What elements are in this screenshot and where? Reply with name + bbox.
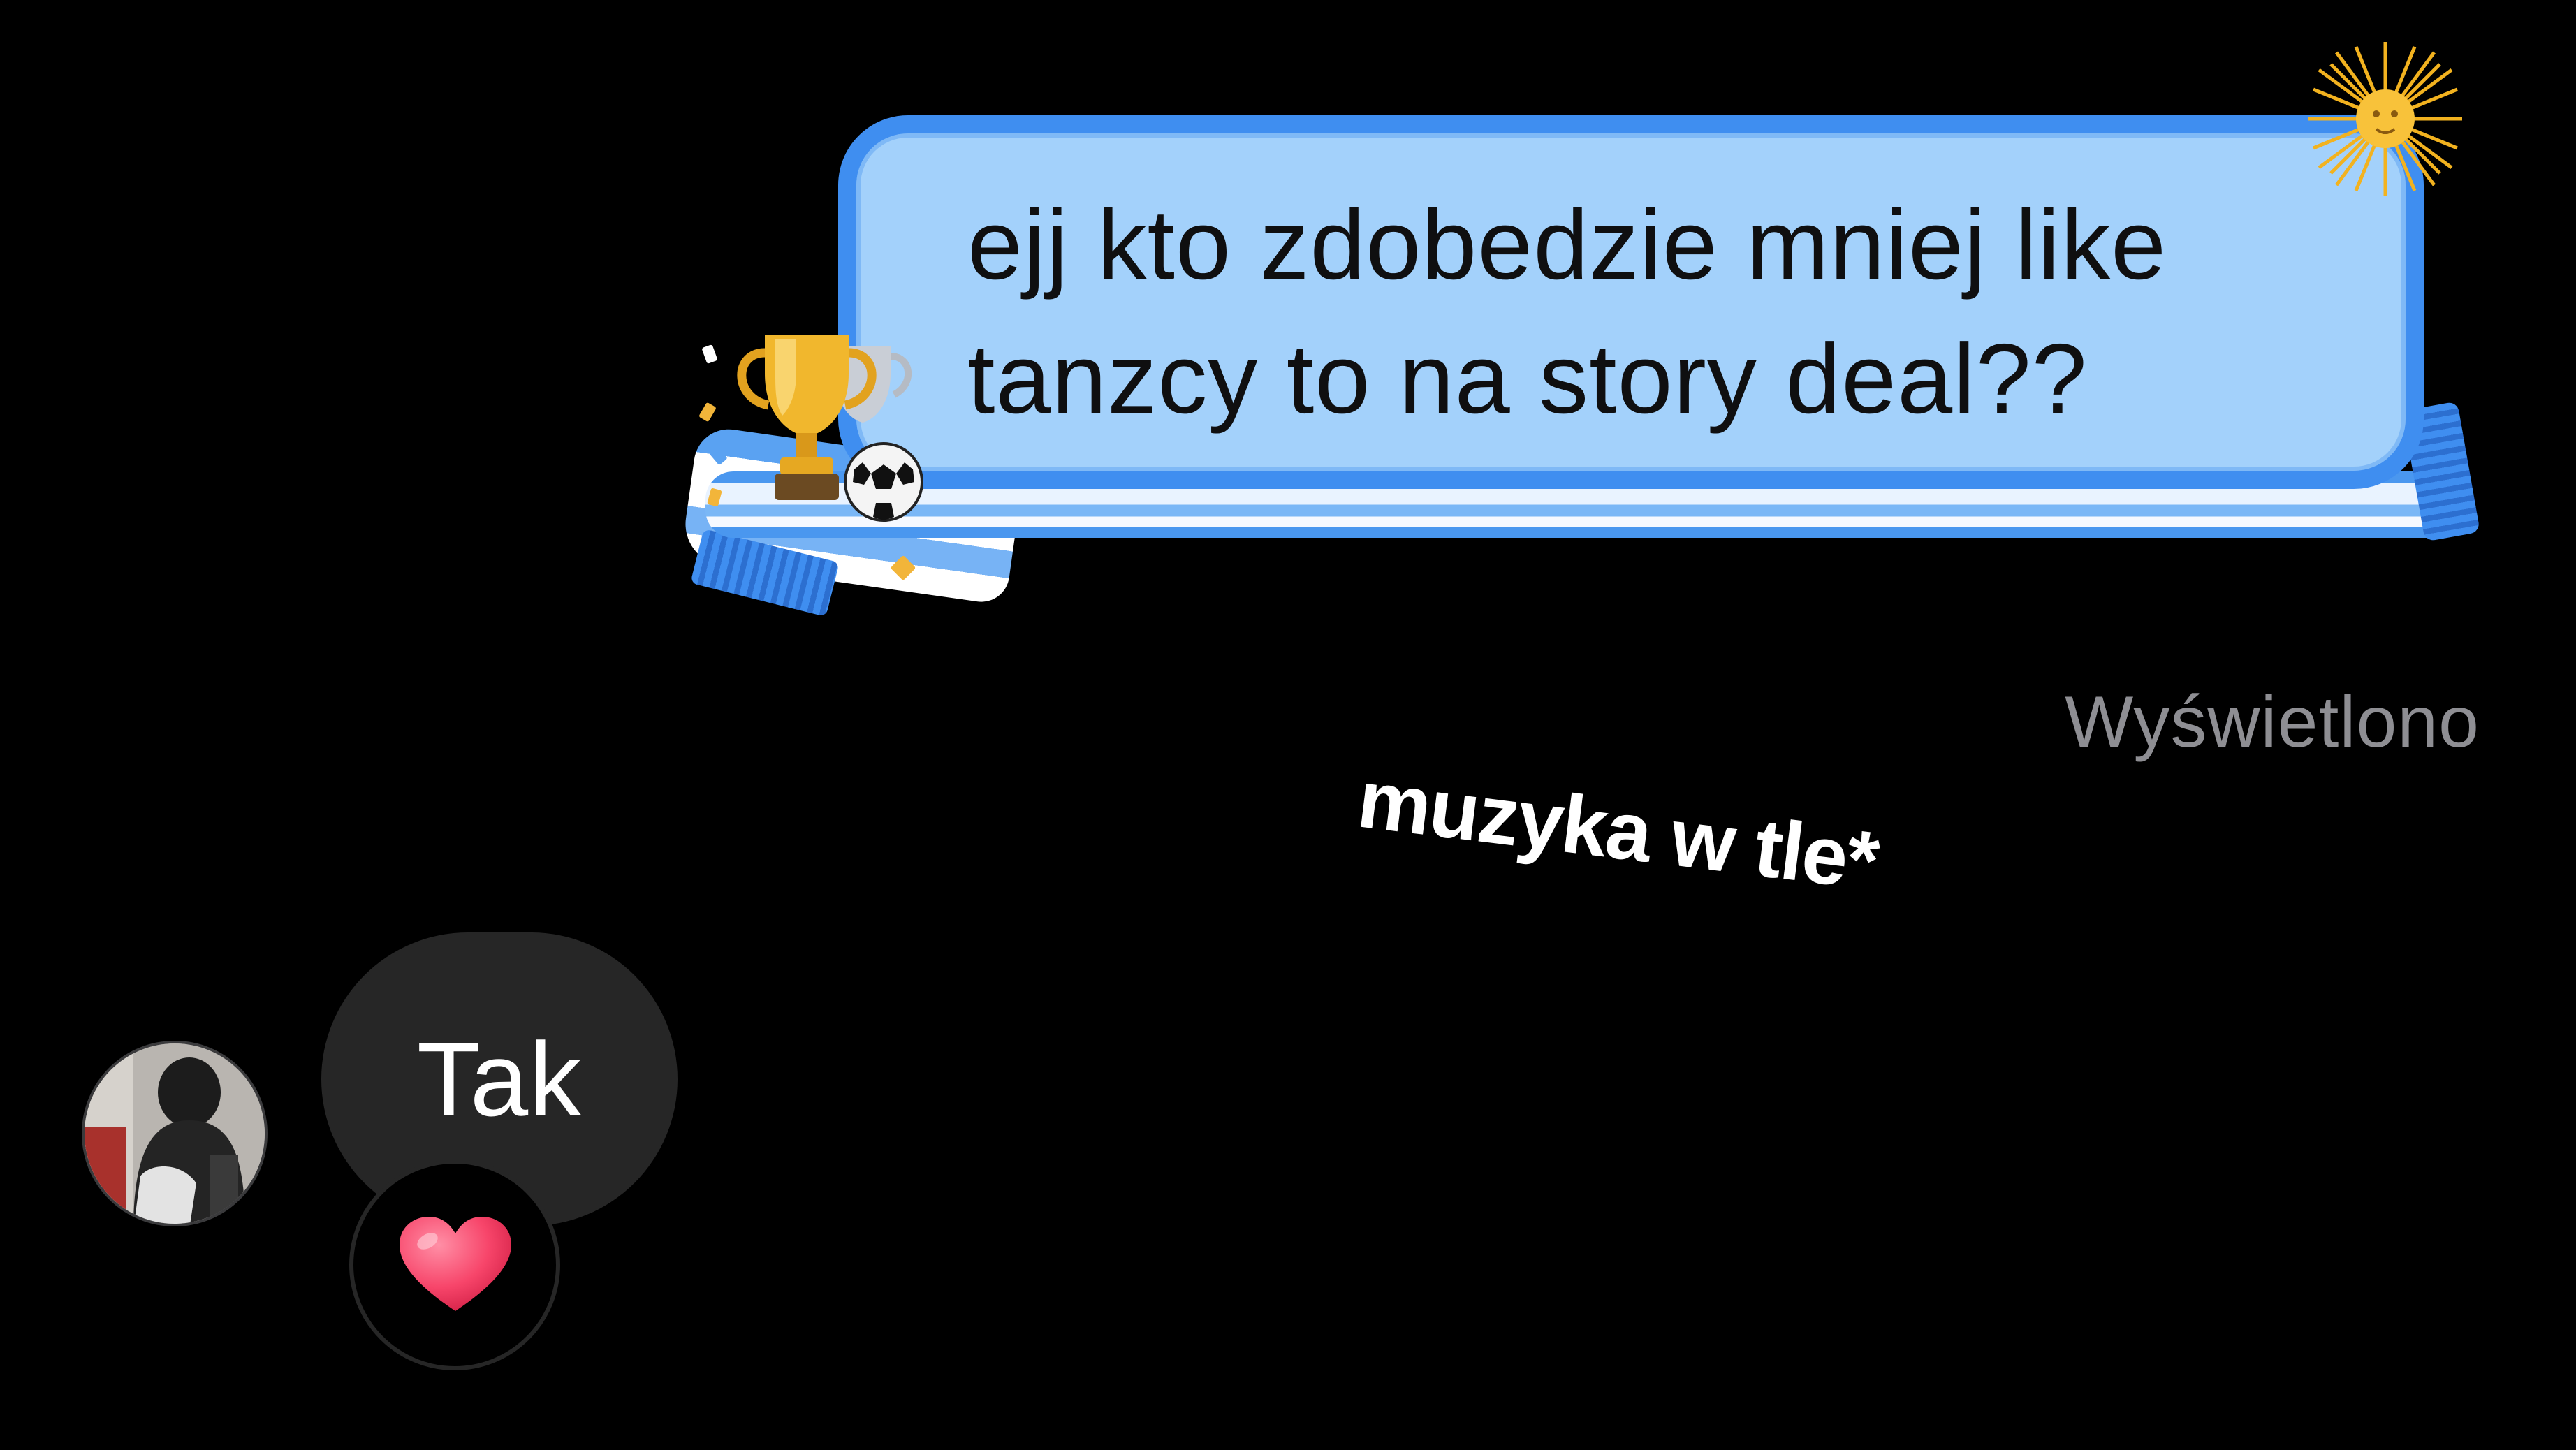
confetti-piece — [698, 402, 717, 423]
avatar-image — [85, 1043, 265, 1224]
heart-icon — [400, 1217, 511, 1311]
outgoing-message-line-2: tanzcy to na story deal?? — [967, 323, 2088, 434]
sticker-text[interactable]: muzyka w tle* — [1353, 752, 1883, 909]
outgoing-message-text: ejj kto zdobedzie mniej like tanzcy to n… — [967, 178, 2336, 446]
avatar[interactable] — [82, 1041, 268, 1226]
seen-status: Wyświetlono — [2065, 682, 2480, 763]
trophy-icon — [737, 335, 923, 522]
sun-icon — [2308, 42, 2462, 196]
reaction-badge[interactable] — [349, 1159, 560, 1370]
outgoing-message-line-1: ejj kto zdobedzie mniej like — [967, 189, 2167, 300]
